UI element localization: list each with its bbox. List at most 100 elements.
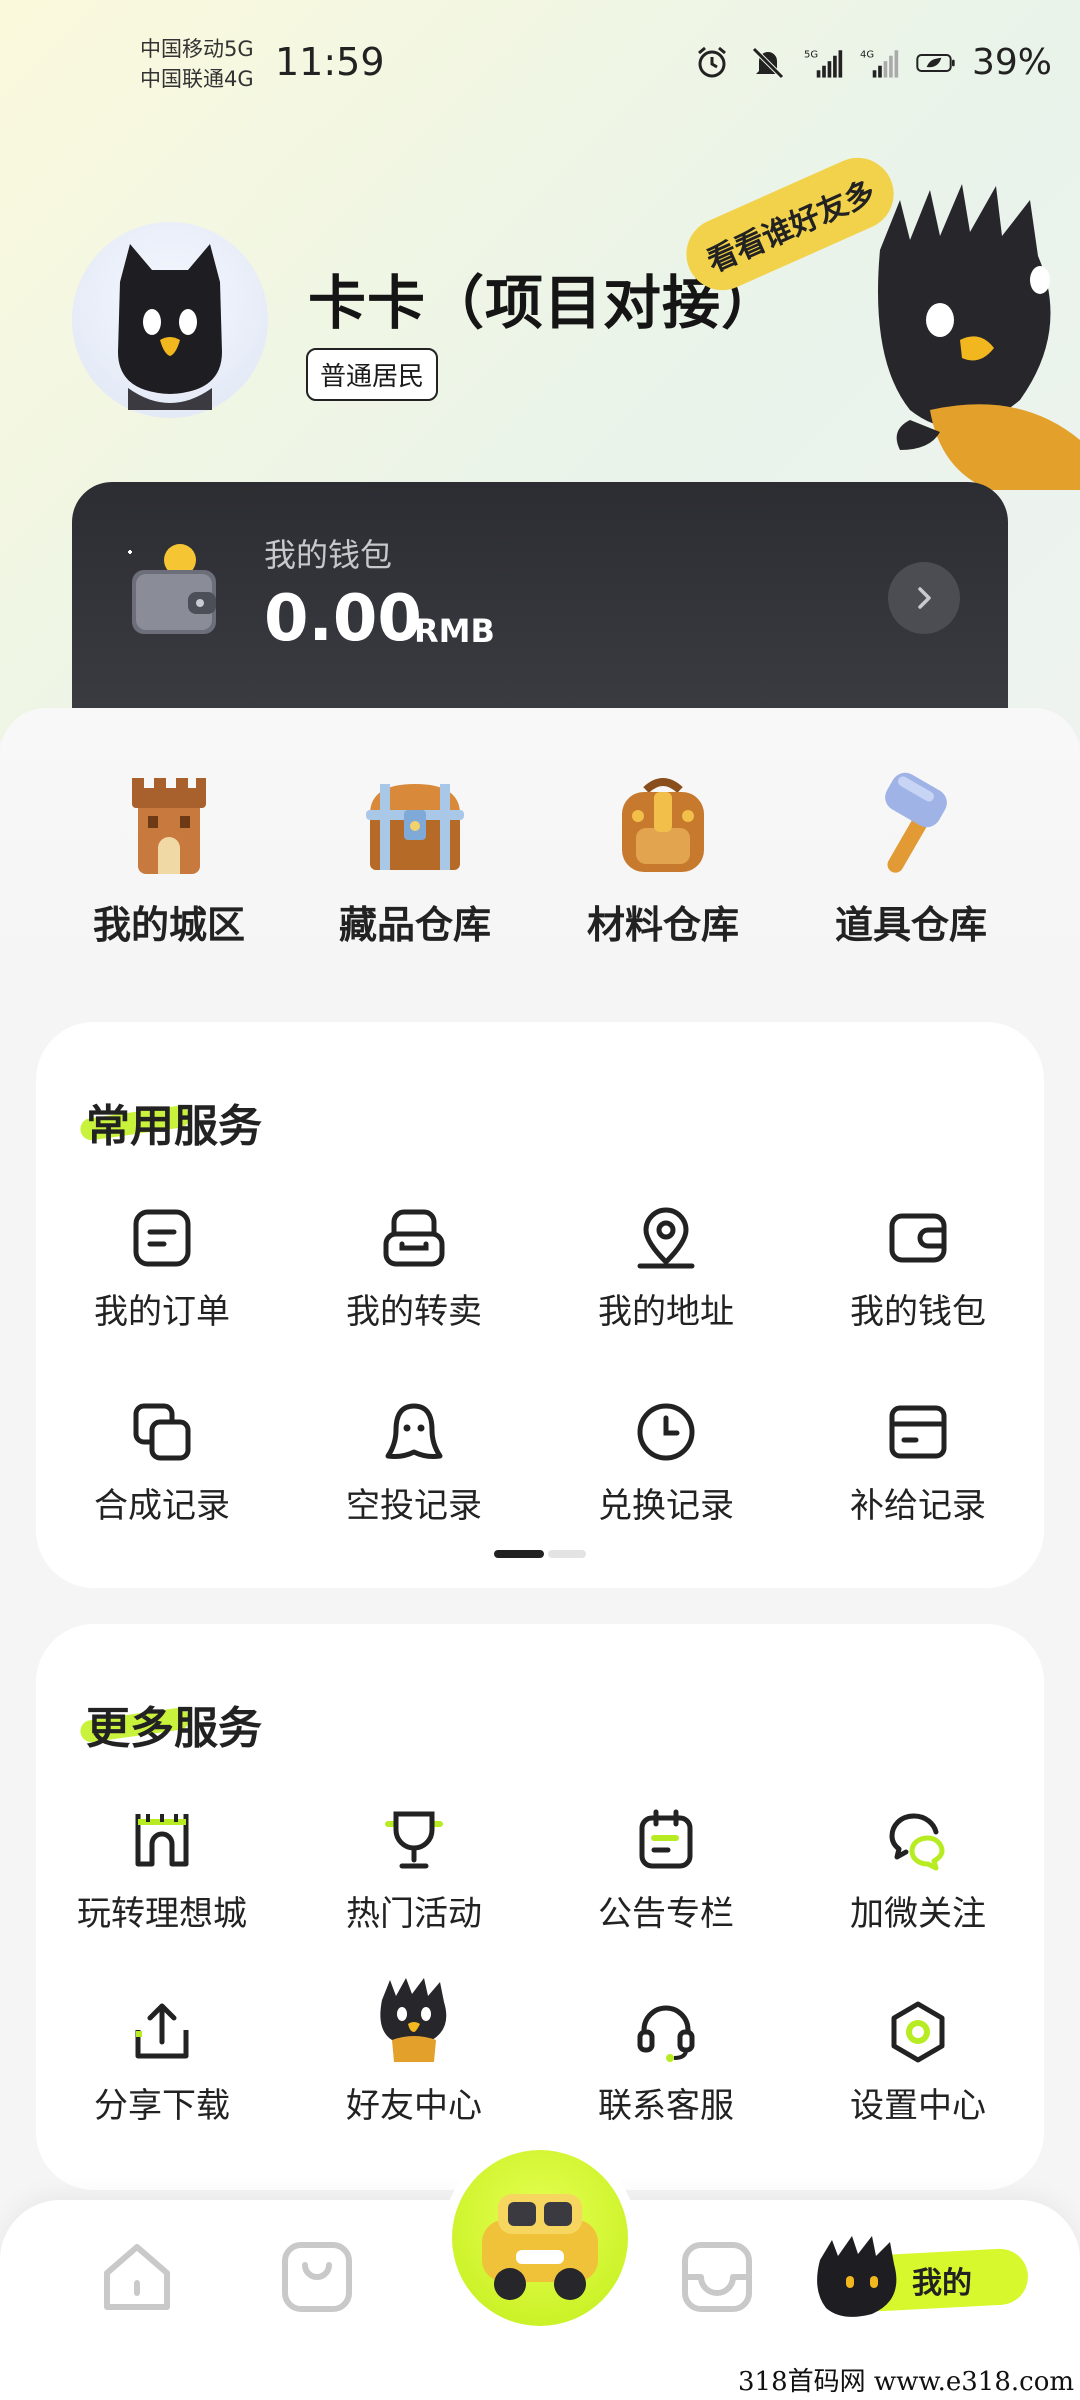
box-icon (682, 2242, 752, 2312)
service-wechat-follow[interactable]: 加微关注 (792, 1808, 1044, 1935)
share-icon (130, 2000, 194, 2064)
carriers: 中国移动5G 中国联通4G (140, 34, 254, 94)
service-my-orders[interactable]: 我的订单 (36, 1206, 288, 1333)
service-label: 我的地址 (598, 1292, 734, 1332)
clock: 11:59 (275, 40, 385, 84)
wallet-unit: RMB (414, 612, 495, 650)
quick-item-props[interactable]: 道具仓库 (786, 770, 1036, 949)
page-indicator (494, 1550, 586, 1558)
service-settings[interactable]: 设置中心 (792, 2000, 1044, 2127)
service-label: 热门活动 (346, 1894, 482, 1934)
signal-5g-icon: 5G (804, 43, 844, 83)
service-label: 好友中心 (346, 2086, 482, 2126)
trophy-icon (382, 1808, 446, 1872)
service-announcements[interactable]: 公告专栏 (540, 1808, 792, 1935)
service-airdrop-records[interactable]: 空投记录 (288, 1400, 540, 1527)
service-supply-records[interactable]: 补给记录 (792, 1400, 1044, 1527)
service-label: 分享下载 (94, 2086, 230, 2126)
calendar-icon (634, 1808, 698, 1872)
service-share-download[interactable]: 分享下载 (36, 2000, 288, 2127)
watermark-text: 318首码网 www.e318.com (738, 2367, 1074, 2397)
comb-mascot-icon (878, 184, 1080, 490)
chevron-right-icon (918, 587, 931, 609)
service-label: 公告专栏 (598, 1894, 734, 1934)
wechat-icon (886, 1808, 950, 1872)
nav-mine[interactable]: 我的 (812, 2230, 1042, 2330)
quick-item-materials[interactable]: 材料仓库 (538, 770, 788, 949)
backpack-icon (608, 770, 718, 880)
quick-label: 我的城区 (92, 903, 245, 947)
location-icon (634, 1206, 698, 1270)
mute-bell-icon (748, 43, 788, 83)
svg-text:5G: 5G (804, 49, 818, 60)
service-my-address[interactable]: 我的地址 (540, 1206, 792, 1333)
service-label: 玩转理想城 (77, 1894, 247, 1934)
service-my-wallet[interactable]: 我的钱包 (792, 1206, 1044, 1333)
avatar[interactable] (72, 222, 268, 418)
wallet-arrow-button[interactable] (888, 562, 960, 634)
common-services-title-text: 常用服务 (86, 1101, 262, 1152)
page-dot (548, 1550, 586, 1558)
ghost-icon (382, 1400, 446, 1464)
order-icon (130, 1206, 194, 1270)
service-play-guide[interactable]: 玩转理想城 (36, 1808, 288, 1935)
bat-mascot-icon (118, 244, 222, 410)
battery-icon (916, 43, 956, 83)
mine-mascot-icon (817, 2236, 897, 2317)
alarm-icon (692, 43, 732, 83)
battery-percent: 39% (971, 42, 1052, 83)
nav-mine-label: 我的 (912, 2266, 972, 2301)
service-exchange-records[interactable]: 兑换记录 (540, 1400, 792, 1527)
service-label: 设置中心 (850, 2086, 986, 2126)
wallet-icon (886, 1206, 950, 1270)
car-icon (482, 2194, 598, 2300)
svg-text:4G: 4G (860, 49, 874, 60)
nav-warehouse[interactable] (672, 2232, 762, 2322)
headset-icon (634, 2000, 698, 2064)
wallet-card[interactable]: 我的钱包 0.00 RMB (72, 482, 1008, 708)
common-services-title: 常用服务 (79, 1090, 262, 1154)
quick-label: 材料仓库 (586, 903, 739, 947)
nav-center-car[interactable] (452, 2150, 628, 2326)
signal-4g-icon: 4G (860, 43, 900, 83)
wallet-title: 我的钱包 (264, 536, 393, 574)
nav-home[interactable] (92, 2232, 182, 2322)
service-friend-center[interactable]: 好友中心 (288, 1976, 540, 2127)
carrier-1: 中国移动5G (140, 37, 254, 61)
hammer-icon (856, 770, 966, 880)
status-icons: 5G 4G 39% (692, 42, 1052, 83)
more-services-title-text: 更多服务 (86, 1703, 262, 1754)
quick-item-city[interactable]: 我的城区 (44, 770, 294, 949)
settings-icon (886, 2000, 950, 2064)
service-label: 我的订单 (94, 1292, 230, 1332)
shop-icon (130, 1808, 194, 1872)
quick-label: 藏品仓库 (338, 903, 491, 947)
copy-icon (130, 1400, 194, 1464)
nav-market[interactable] (272, 2232, 362, 2322)
service-label: 兑换记录 (598, 1486, 734, 1526)
quick-item-collection[interactable]: 藏品仓库 (290, 770, 540, 949)
service-synthesis-records[interactable]: 合成记录 (36, 1400, 288, 1527)
service-label: 我的钱包 (850, 1292, 986, 1332)
service-label: 加微关注 (850, 1894, 986, 1934)
service-customer-support[interactable]: 联系客服 (540, 2000, 792, 2127)
home-icon (104, 2244, 170, 2310)
castle-icon (114, 770, 224, 880)
wallet-3d-icon (122, 538, 224, 642)
service-label: 联系客服 (598, 2086, 734, 2126)
friends-mascot[interactable] (870, 170, 1080, 490)
clock-icon (634, 1400, 698, 1464)
quick-label: 道具仓库 (834, 903, 987, 947)
service-label: 补给记录 (850, 1486, 986, 1526)
chest-icon (360, 770, 470, 880)
more-services-title: 更多服务 (79, 1692, 262, 1756)
service-hot-events[interactable]: 热门活动 (288, 1808, 540, 1935)
card-icon (886, 1400, 950, 1464)
service-my-resell[interactable]: 我的转卖 (288, 1206, 540, 1333)
friend-mascot-icon (372, 1976, 456, 2064)
bag-icon (282, 2242, 352, 2312)
resell-icon (382, 1206, 446, 1270)
wallet-amount: 0.00 (264, 582, 422, 656)
service-label: 空投记录 (346, 1486, 482, 1526)
carrier-2: 中国联通4G (140, 67, 254, 91)
